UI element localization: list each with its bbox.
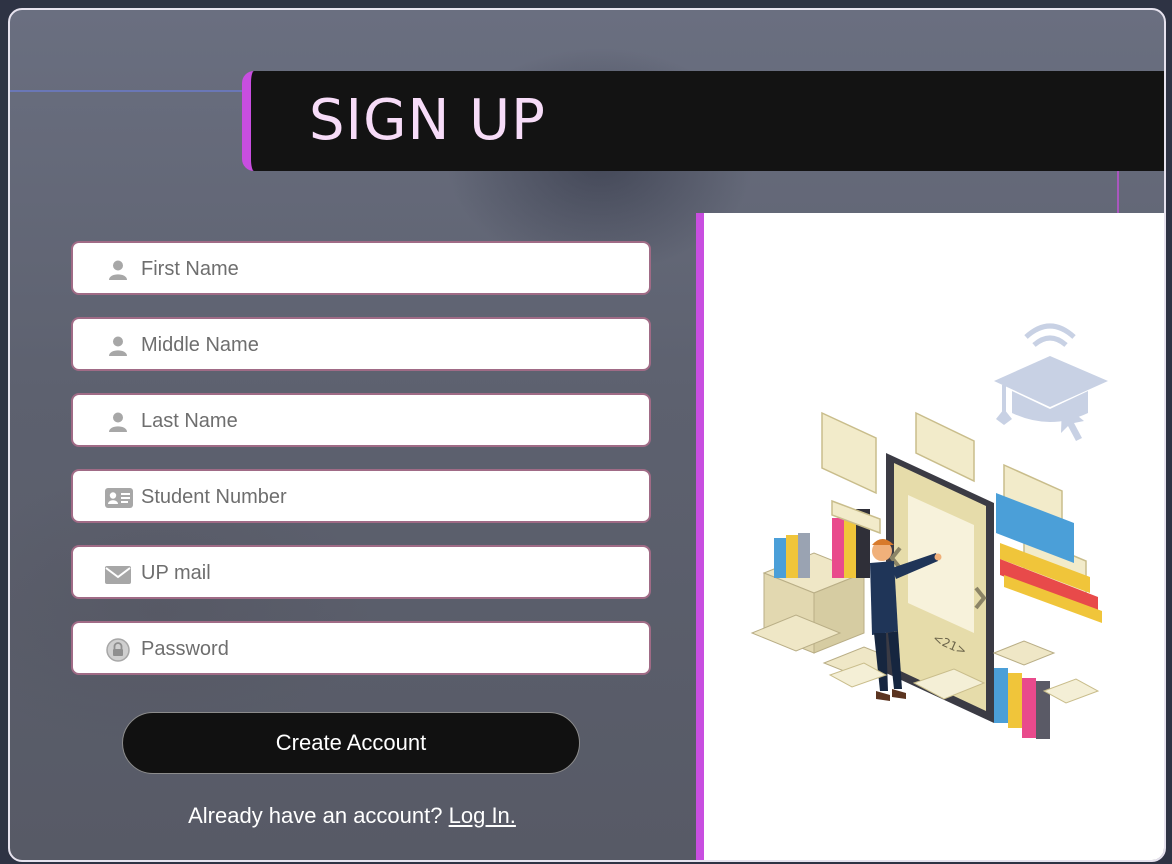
- first-name-input[interactable]: [141, 251, 621, 287]
- last-name-input[interactable]: [141, 403, 621, 439]
- signup-window: SIGN UP Create Account Already have an a…: [8, 8, 1166, 862]
- envelope-icon: [105, 566, 131, 584]
- first-name-field: [71, 241, 651, 295]
- up-mail-field: [71, 545, 651, 599]
- lock-icon: [106, 638, 130, 662]
- middle-name-field: [71, 317, 651, 371]
- id-card-icon: [105, 488, 133, 508]
- student-number-input[interactable]: [141, 479, 621, 515]
- middle-name-input[interactable]: [141, 327, 621, 363]
- page-title: SIGN UP: [309, 88, 546, 153]
- binders: [992, 640, 1056, 739]
- user-icon: [109, 260, 127, 280]
- last-name-field: [71, 393, 651, 447]
- e-learning-illustration: <21>: [750, 323, 1108, 739]
- up-mail-input[interactable]: [141, 555, 621, 591]
- student-number-field: [71, 469, 651, 523]
- page-header: SIGN UP: [242, 71, 1164, 171]
- password-field: [71, 621, 651, 675]
- user-icon: [109, 412, 127, 432]
- password-input[interactable]: [141, 631, 621, 667]
- login-link[interactable]: Log In.: [449, 803, 516, 828]
- user-icon: [109, 336, 127, 356]
- login-prompt-text: Already have an account?: [188, 803, 443, 828]
- graduation-cap-icon: [994, 323, 1108, 441]
- create-account-button[interactable]: Create Account: [122, 712, 580, 774]
- login-prompt: Already have an account? Log In.: [10, 803, 694, 829]
- illustration-panel: <21>: [696, 213, 1164, 860]
